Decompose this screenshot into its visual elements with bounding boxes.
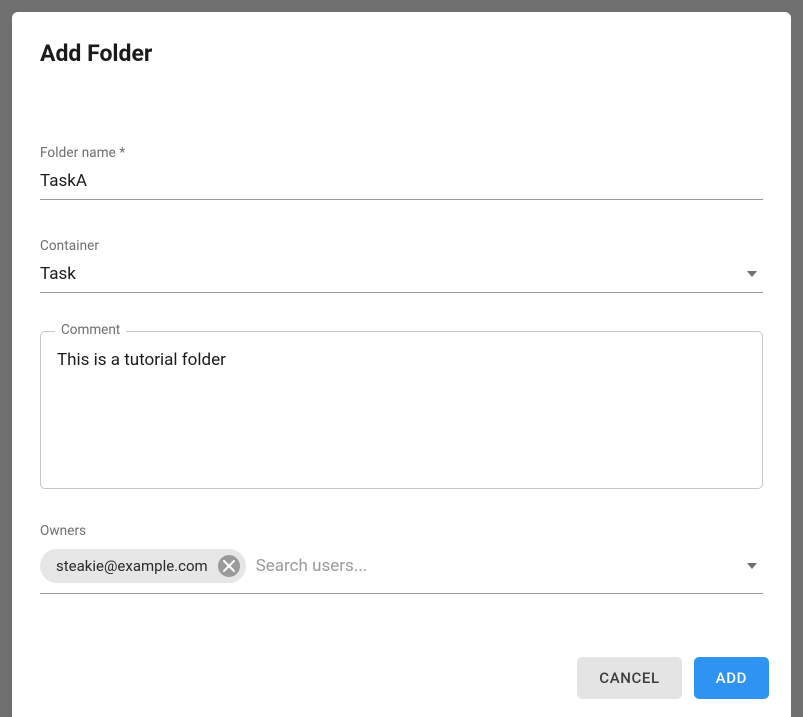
cancel-button[interactable]: CANCEL bbox=[577, 657, 681, 699]
container-field: Container Task bbox=[40, 238, 763, 293]
container-label: Container bbox=[40, 238, 763, 254]
close-icon bbox=[223, 560, 235, 572]
comment-label: Comment bbox=[55, 322, 126, 338]
dialog-title: Add Folder bbox=[40, 40, 763, 67]
owners-label: Owners bbox=[40, 523, 763, 539]
container-value: Task bbox=[40, 264, 747, 284]
comment-field: Comment bbox=[40, 331, 763, 489]
owners-search-input[interactable] bbox=[256, 556, 737, 576]
remove-owner-button[interactable] bbox=[218, 555, 240, 577]
owners-select[interactable]: steakie@example.com bbox=[40, 545, 763, 594]
folder-name-label: Folder name * bbox=[40, 145, 763, 161]
folder-name-input[interactable] bbox=[40, 167, 763, 200]
owner-chip: steakie@example.com bbox=[40, 549, 246, 583]
owner-chip-label: steakie@example.com bbox=[56, 557, 208, 575]
comment-textarea[interactable] bbox=[57, 350, 746, 470]
add-folder-dialog: Add Folder Folder name * Container Task … bbox=[12, 12, 791, 717]
chevron-down-icon bbox=[747, 271, 757, 277]
folder-name-field: Folder name * bbox=[40, 145, 763, 200]
dialog-actions: CANCEL ADD bbox=[12, 643, 791, 717]
container-select[interactable]: Task bbox=[40, 260, 763, 293]
add-button[interactable]: ADD bbox=[694, 657, 769, 699]
owners-field: Owners steakie@example.com bbox=[40, 523, 763, 594]
chevron-down-icon bbox=[747, 563, 757, 569]
